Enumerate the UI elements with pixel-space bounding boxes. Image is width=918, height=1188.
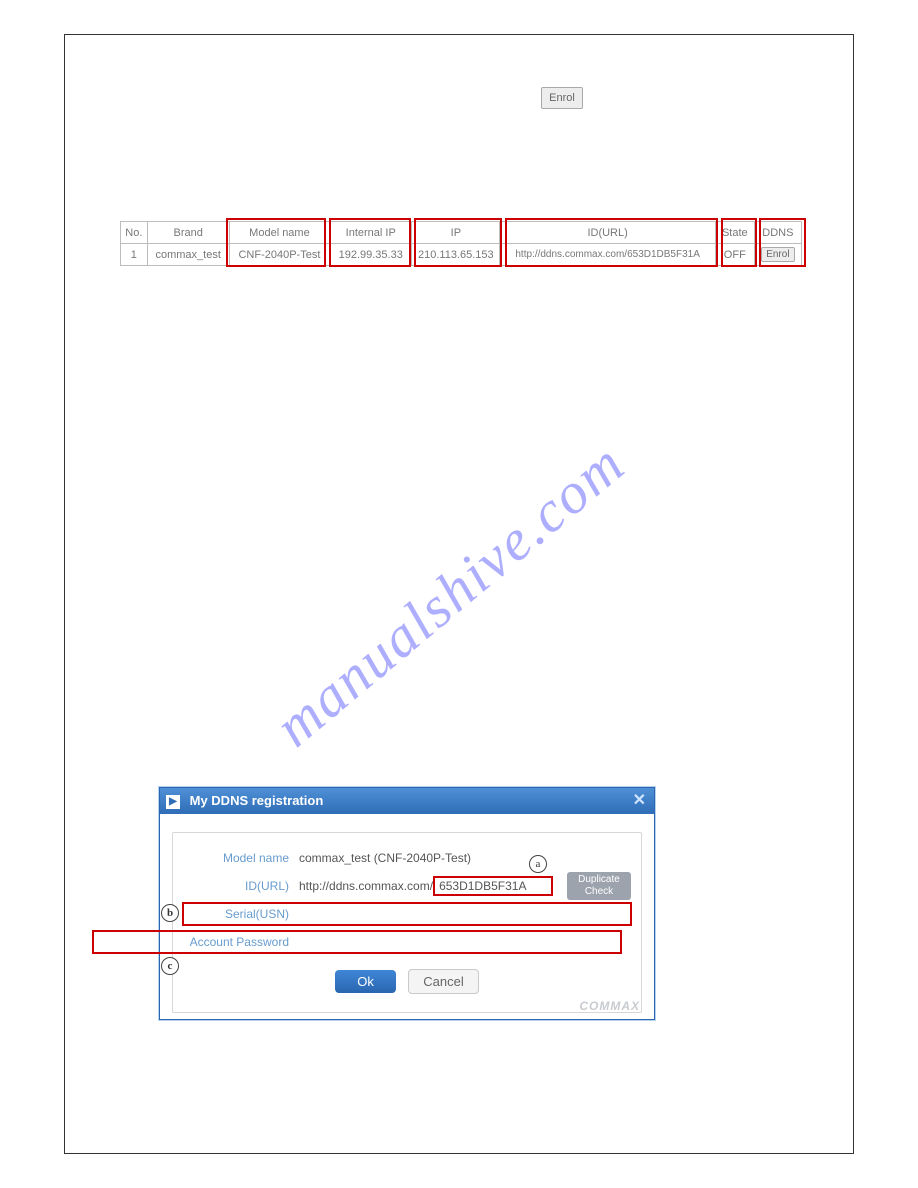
- cell-state: OFF: [715, 244, 754, 266]
- annotation-a: a: [529, 855, 547, 873]
- dialog-titlebar: ▶ My DDNS registration ✕: [160, 788, 654, 814]
- duplicate-check-button[interactable]: Duplicate Check: [567, 872, 631, 900]
- cell-ddns: Enrol: [754, 244, 801, 266]
- cell-brand: commax_test: [147, 244, 229, 266]
- close-icon[interactable]: ✕: [633, 788, 646, 814]
- value-url: http://ddns.commax.com/653D1DB5F31A: [299, 876, 555, 896]
- url-prefix: http://ddns.commax.com/: [299, 879, 433, 893]
- password-input[interactable]: [299, 933, 621, 951]
- cell-ip: 210.113.65.153: [412, 244, 500, 266]
- col-internal-ip: Internal IP: [330, 222, 412, 244]
- serial-input[interactable]: [299, 905, 631, 923]
- annotation-b: b: [161, 904, 179, 922]
- dup-line2: Check: [567, 886, 631, 898]
- col-model: Model name: [229, 222, 330, 244]
- commax-logo: COMMAX: [579, 999, 640, 1013]
- row-url: ID(URL) http://ddns.commax.com/653D1DB5F…: [183, 875, 631, 897]
- chevron-right-icon: ▶: [166, 795, 180, 809]
- device-table: No. Brand Model name Internal IP IP ID(U…: [120, 221, 802, 266]
- cell-model: CNF-2040P-Test: [229, 244, 330, 266]
- dup-line1: Duplicate: [567, 874, 631, 886]
- table-header-row: No. Brand Model name Internal IP IP ID(U…: [121, 222, 802, 244]
- col-ip: IP: [412, 222, 500, 244]
- cancel-button[interactable]: Cancel: [408, 969, 478, 994]
- document-page: Enrol No. Brand Model name Internal IP I…: [64, 34, 854, 1154]
- cell-internal-ip: 192.99.35.33: [330, 244, 412, 266]
- table-row: 1 commax_test CNF-2040P-Test 192.99.35.3…: [121, 244, 802, 266]
- url-id-input[interactable]: 653D1DB5F31A: [433, 876, 553, 896]
- col-state: State: [715, 222, 754, 244]
- value-model: commax_test (CNF-2040P-Test): [299, 851, 631, 865]
- ddns-dialog: ▶ My DDNS registration ✕ Model name comm…: [159, 787, 655, 1020]
- cell-url: http://ddns.commax.com/653D1DB5F31A: [500, 244, 715, 266]
- col-brand: Brand: [147, 222, 229, 244]
- enrol-button-top[interactable]: Enrol: [541, 87, 583, 109]
- dialog-inner: Model name commax_test (CNF-2040P-Test) …: [172, 832, 642, 1013]
- label-serial: Serial(USN): [183, 907, 299, 921]
- row-serial: Serial(USN) b: [183, 903, 631, 925]
- row-password: Account Password: [93, 931, 621, 953]
- dialog-body: Model name commax_test (CNF-2040P-Test) …: [160, 814, 654, 1019]
- ok-button[interactable]: Ok: [335, 970, 396, 993]
- dialog-buttons: Ok Cancel: [183, 969, 631, 994]
- enrol-button-row[interactable]: Enrol: [761, 247, 794, 262]
- label-model: Model name: [183, 851, 299, 865]
- col-url: ID(URL): [500, 222, 715, 244]
- label-password: Account Password: [183, 935, 299, 949]
- annotation-c: c: [161, 957, 179, 975]
- col-ddns: DDNS: [754, 222, 801, 244]
- label-url: ID(URL): [183, 879, 299, 893]
- dialog-title: My DDNS registration: [190, 793, 324, 808]
- cell-no: 1: [121, 244, 148, 266]
- col-no: No.: [121, 222, 148, 244]
- row-model: Model name commax_test (CNF-2040P-Test): [183, 847, 631, 869]
